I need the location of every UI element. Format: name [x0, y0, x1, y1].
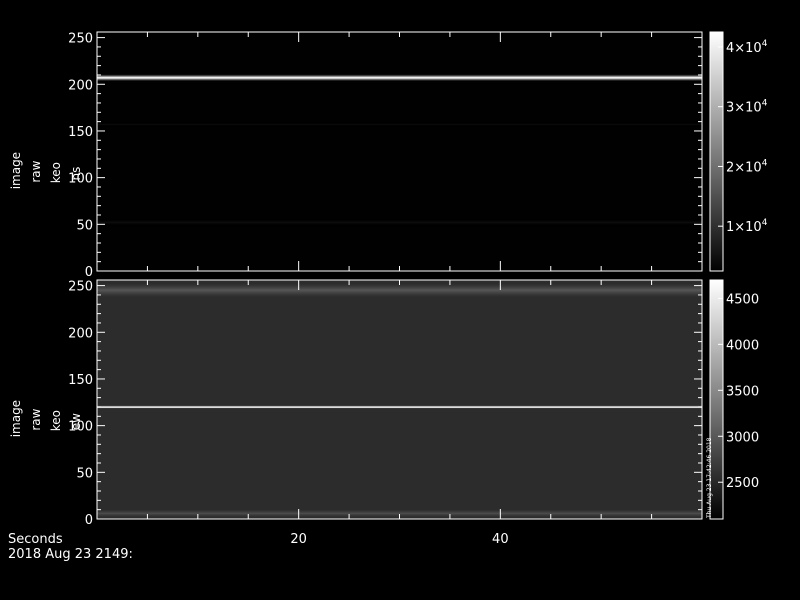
- colorbar-tick-label: 3000: [726, 430, 759, 445]
- colorbar-tick-label: 4×104: [726, 39, 768, 56]
- x-tick-label: 40: [492, 532, 509, 547]
- y-tick-label: 250: [68, 280, 93, 295]
- colorbar-tick-label: 3×104: [726, 99, 768, 116]
- heatmap-band-0-layer-1: [97, 77, 702, 79]
- y-axis-label-line: raw: [29, 160, 43, 182]
- heatmap-band-2-layer-1: [97, 221, 702, 223]
- y-tick-label: 0: [85, 513, 93, 528]
- y-axis-label-line: image: [9, 400, 23, 437]
- y-tick-label: 0: [85, 265, 93, 280]
- plot-stage: 0 50 100 150 200 250 image raw keo ns 1×104 2×104 3×…: [0, 0, 800, 600]
- keogram-figure: 050100150200250image raw keo ns1×1042×1043×…: [8, 31, 768, 562]
- colorbar-tick-mantissa: 4×10: [726, 41, 762, 56]
- panels-group: 050100150200250image raw keo ns1×1042×1043×…: [9, 31, 768, 547]
- colorbar-tick-label: 4000: [726, 338, 759, 353]
- heatmap-band-0-layer-1: [97, 406, 702, 408]
- y-axis-label-line: ns: [69, 167, 83, 181]
- heatmap-band-1-layer-1: [97, 124, 702, 126]
- colorbar-tick-exponent: 4: [762, 99, 768, 109]
- y-tick-label: 200: [68, 78, 93, 93]
- y-axis-label-line: keo: [49, 410, 63, 431]
- y-tick-label: 50: [76, 218, 93, 233]
- panel-keogram-ns: 050100150200250image raw keo ns1×1042×1043×…: [9, 31, 768, 280]
- y-tick-label: 200: [68, 326, 93, 341]
- colorbar-tick-exponent: 4: [762, 158, 768, 168]
- y-axis-label-line: raw: [29, 408, 43, 430]
- colorbar-tick-label: 1×104: [726, 218, 768, 235]
- colorbar-tick-label: 2×104: [726, 158, 768, 175]
- y-tick-label: 150: [68, 125, 93, 140]
- y-axis-label-line: ew: [69, 413, 83, 430]
- colorbar: [709, 31, 724, 272]
- colorbar-tick-label: 2500: [726, 476, 759, 491]
- x-tick-label: 20: [290, 532, 307, 547]
- y-tick-label: 150: [68, 373, 93, 388]
- colorbar-tick-exponent: 4: [762, 218, 768, 228]
- y-axis-label-line: image: [9, 152, 23, 189]
- colorbar-tick-mantissa: 1×10: [726, 220, 762, 235]
- y-axis-label-line: keo: [49, 162, 63, 183]
- colorbar-tick-mantissa: 3×10: [726, 101, 762, 116]
- heatmap-band-1-layer-1: [97, 289, 702, 292]
- panel-keogram-ew: 05010015020025020 40image raw keo ew25003000…: [9, 279, 759, 547]
- timestamp-stamp: Thu Aug 23 17:42:46 2018: [706, 437, 713, 519]
- heatmap-background: [97, 32, 702, 271]
- date-label: 2018 Aug 23 2149:: [8, 547, 133, 562]
- colorbar-tick-mantissa: 2×10: [726, 160, 762, 175]
- colorbar-tick-exponent: 4: [762, 39, 768, 49]
- y-tick-label: 250: [68, 32, 93, 47]
- colorbar-tick-label: 4500: [726, 292, 759, 307]
- y-tick-label: 50: [76, 466, 93, 481]
- x-axis-title: Seconds: [8, 532, 63, 547]
- heatmap-background: [97, 280, 702, 519]
- colorbar-tick-label: 3500: [726, 384, 759, 399]
- heatmap-band-2-layer-1: [97, 512, 702, 515]
